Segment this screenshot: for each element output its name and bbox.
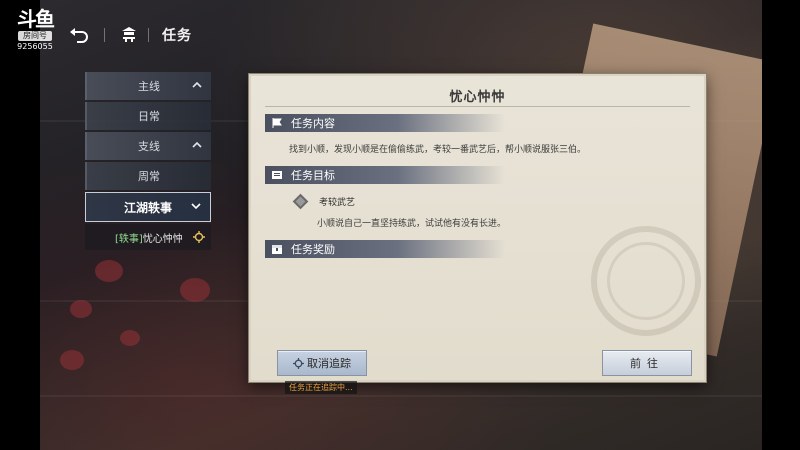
button-label: 取消追踪: [307, 357, 351, 370]
section-header-target: 任务目标: [265, 166, 505, 184]
plum-blossom: [70, 300, 92, 318]
chevron-down-icon: [191, 203, 201, 210]
flag-icon: [272, 118, 282, 128]
title-divider: [265, 106, 690, 107]
section-heading: 任务目标: [291, 169, 335, 182]
section-header-content: 任务内容: [265, 114, 505, 132]
scroll-icon: [272, 171, 282, 179]
topbar-divider: [104, 28, 105, 42]
quest-tag: [轶事]: [115, 233, 143, 245]
douyu-logo-mark: 斗鱼: [17, 7, 55, 31]
nav-item-label: 日常: [138, 110, 160, 123]
cancel-tracking-button[interactable]: 取消追踪: [277, 350, 367, 376]
nav-category-anecdotes[interactable]: 江湖轶事: [85, 192, 211, 222]
tracking-crosshair-icon: [193, 231, 205, 243]
tracking-status-text: 任务正在追踪中...: [285, 381, 357, 394]
goal-description: 小顺说自己一直坚持练武，试试他有没有长进。: [317, 219, 507, 229]
pavilion-icon[interactable]: [120, 25, 138, 43]
tracking-crosshair-icon: [293, 357, 304, 369]
goal-diamond-icon: [292, 193, 309, 210]
seal-watermark-inner: [607, 242, 685, 320]
section-header-reward: 任务奖励: [265, 240, 505, 258]
quest-description: 找到小顺，发现小顺是在偷偷练武，考较一番武艺后，帮小顺说服张三伯。: [289, 145, 587, 155]
room-label: 房间号: [18, 31, 52, 41]
nav-item-label: 主线: [138, 80, 160, 93]
page-title: 任务: [162, 28, 192, 44]
section-heading: 任务内容: [291, 117, 335, 130]
plum-blossom: [180, 278, 210, 302]
quest-list-item[interactable]: [轶事] 忧心忡忡: [85, 224, 211, 250]
go-button[interactable]: 前往: [602, 350, 692, 376]
return-arrow-icon[interactable]: [68, 24, 90, 46]
quest-detail-dialog: 忧心忡忡 任务内容 找到小顺，发现小顺是在偷偷练武，考较一番武艺后，帮小顺说服张…: [249, 74, 706, 382]
chest-icon: [272, 245, 282, 254]
nav-item-weekly[interactable]: 周常: [85, 162, 211, 190]
quest-title: 忧心忡忡: [449, 90, 506, 105]
topbar-divider: [148, 28, 149, 42]
letterbox-left: [0, 0, 40, 450]
nav-category-side[interactable]: 支线: [85, 132, 211, 160]
nav-item-label: 周常: [138, 170, 160, 183]
plum-blossom: [60, 350, 84, 370]
letterbox-right: [762, 0, 800, 450]
plum-blossom: [120, 330, 140, 346]
chevron-up-icon: [192, 81, 202, 88]
background-plank: [40, 395, 762, 397]
plum-blossom: [95, 260, 123, 282]
chevron-up-icon: [192, 141, 202, 148]
nav-category-main[interactable]: 主线: [85, 72, 211, 100]
section-heading: 任务奖励: [291, 243, 335, 256]
nav-item-daily[interactable]: 日常: [85, 102, 211, 130]
quest-category-nav: 主线 日常 支线 周常 江湖轶事 [轶事] 忧心忡忡: [85, 72, 211, 250]
nav-item-label: 江湖轶事: [123, 200, 172, 215]
goal-title: 考较武艺: [319, 198, 356, 208]
nav-item-label: 支线: [138, 140, 160, 153]
douyu-logo: 斗鱼 房间号 9256055: [12, 8, 58, 56]
quest-name: 忧心忡忡: [142, 233, 183, 245]
room-number: 9256055: [17, 42, 53, 51]
